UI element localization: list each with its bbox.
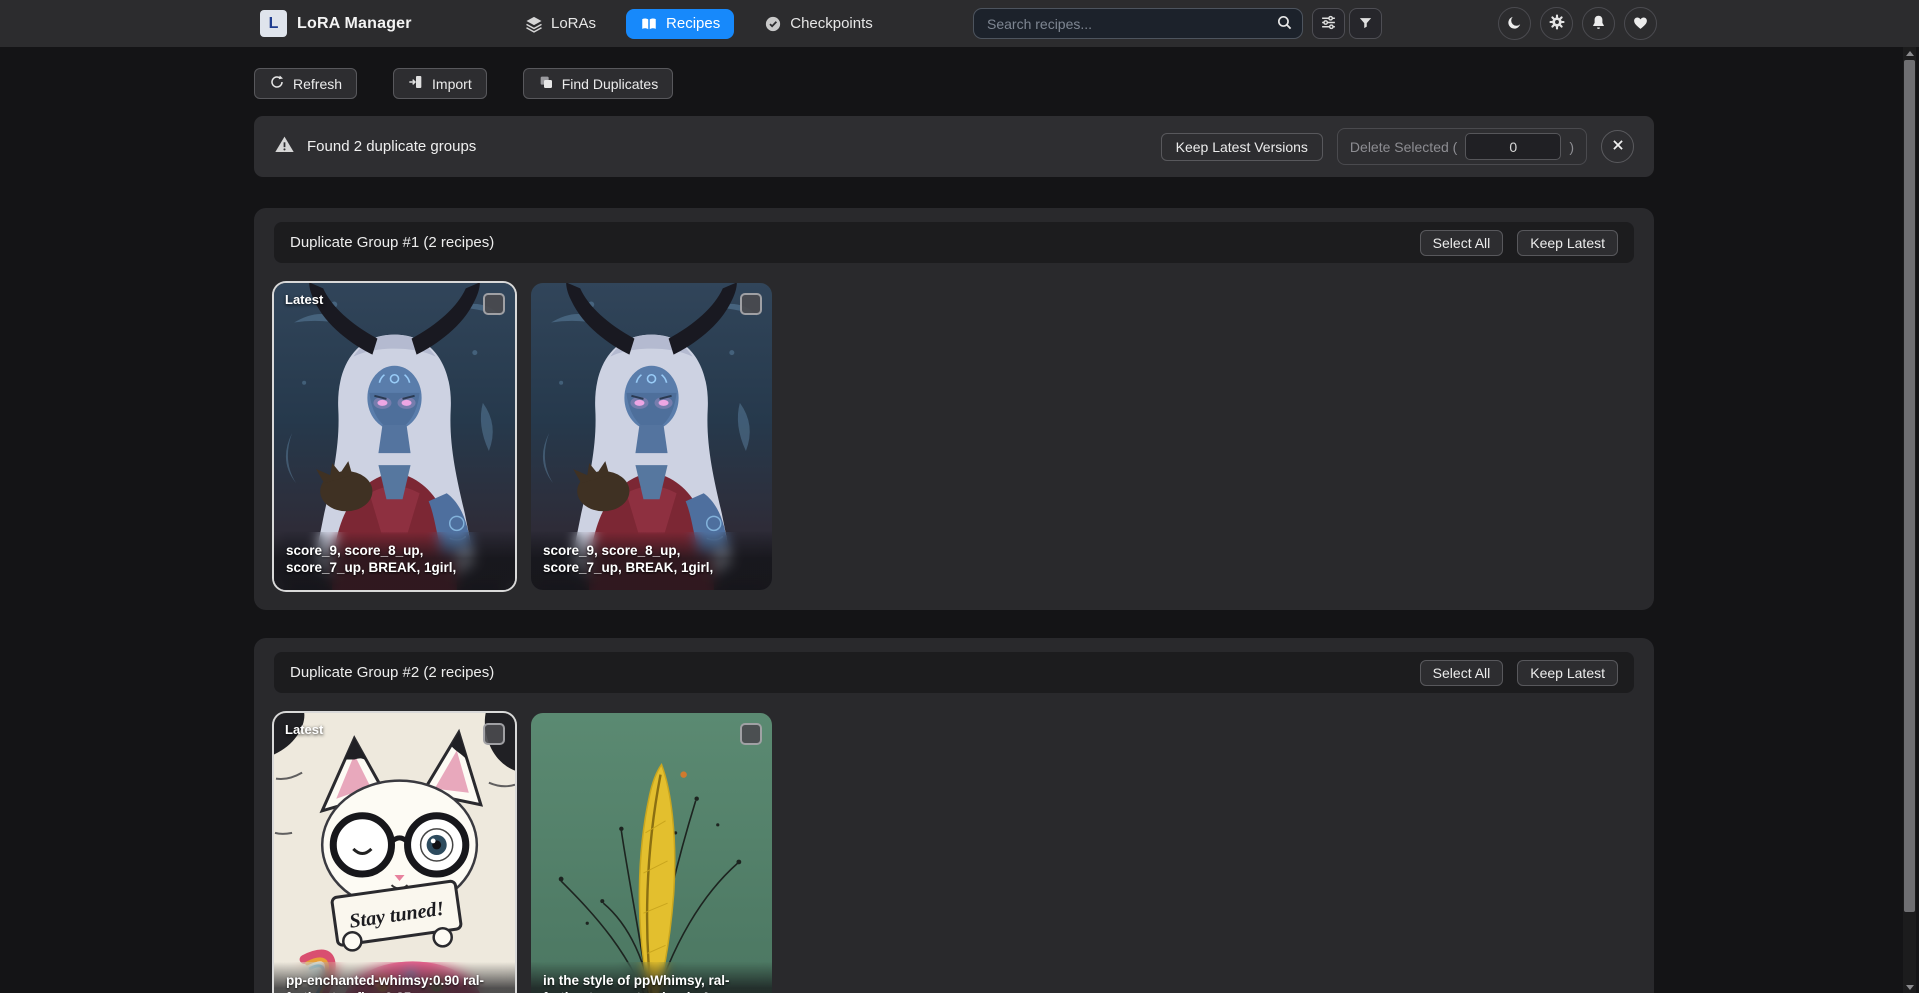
search-input[interactable]	[973, 8, 1303, 39]
navbar: L LoRA Manager LoRAs Recipes Checkpoints	[0, 0, 1919, 47]
group-actions: Select All Keep Latest	[1420, 660, 1618, 686]
find-duplicates-button[interactable]: Find Duplicates	[523, 68, 674, 99]
moon-icon	[1506, 14, 1523, 34]
notifications-button[interactable]	[1582, 7, 1615, 40]
check-circle-icon	[764, 15, 782, 33]
selected-count-input[interactable]	[1465, 133, 1561, 160]
card-checkbox[interactable]	[740, 293, 762, 315]
import-button[interactable]: Import	[393, 68, 487, 99]
refresh-label: Refresh	[293, 76, 342, 92]
banner-message: Found 2 duplicate groups	[307, 138, 476, 155]
latest-badge: Latest	[285, 292, 323, 307]
duplicates-banner: Found 2 duplicate groups Keep Latest Ver…	[254, 116, 1654, 177]
main-content: Refresh Import Find Duplicates Found 2 d…	[254, 47, 1654, 993]
navbar-actions	[1498, 7, 1657, 40]
book-open-icon	[640, 15, 658, 33]
select-all-button[interactable]: Select All	[1420, 230, 1504, 256]
group-title: Duplicate Group #2 (2 recipes)	[290, 664, 494, 681]
import-label: Import	[432, 76, 472, 92]
recipe-image-cat: Stay tuned!	[274, 713, 515, 993]
keep-latest-button[interactable]: Keep Latest	[1517, 230, 1618, 256]
vertical-scrollbar[interactable]	[1903, 47, 1916, 993]
close-banner-button[interactable]	[1601, 130, 1634, 163]
search-icon	[1276, 14, 1293, 34]
group-header: Duplicate Group #2 (2 recipes) Select Al…	[274, 652, 1634, 693]
scrollbar-thumb[interactable]	[1904, 60, 1915, 912]
delete-selected-suffix: )	[1569, 139, 1574, 155]
nav-label: Recipes	[666, 15, 720, 32]
app-logo: L	[260, 10, 287, 37]
app-title: LoRA Manager	[297, 15, 412, 33]
keep-latest-button[interactable]: Keep Latest	[1517, 660, 1618, 686]
recipe-caption: score_9, score_8_up, score_7_up, BREAK, …	[274, 532, 515, 590]
scroll-down-arrow[interactable]	[1903, 981, 1916, 993]
warning-icon	[274, 134, 295, 160]
card-row: Stay tuned!	[274, 713, 1634, 993]
main-nav: LoRAs Recipes Checkpoints	[515, 0, 883, 47]
nav-item-recipes[interactable]: Recipes	[626, 9, 734, 39]
delete-selected-prefix: Delete Selected (	[1350, 139, 1457, 155]
select-all-button[interactable]: Select All	[1420, 660, 1504, 686]
recipe-card[interactable]: in the style of ppWhimsy, ral-frctlgmtry…	[531, 713, 772, 993]
recipe-card[interactable]: score_9, score_8_up, score_7_up, BREAK, …	[531, 283, 772, 590]
toolbar: Refresh Import Find Duplicates	[254, 68, 1654, 99]
group-actions: Select All Keep Latest	[1420, 230, 1618, 256]
group-title: Duplicate Group #1 (2 recipes)	[290, 234, 494, 251]
card-checkbox[interactable]	[483, 293, 505, 315]
refresh-icon	[269, 74, 285, 93]
filter-button[interactable]	[1349, 8, 1382, 39]
card-checkbox[interactable]	[483, 723, 505, 745]
layers-icon	[525, 15, 543, 33]
bell-icon	[1590, 14, 1607, 34]
card-row: Latest score_9, score_8_up, score_7_up, …	[274, 283, 1634, 590]
recipe-caption: pp-enchanted-whimsy:0.90 ral-frctlgmtry_…	[274, 962, 515, 993]
sliders-icon	[1320, 14, 1337, 34]
gear-icon	[1548, 13, 1566, 34]
import-icon	[408, 74, 424, 93]
copy-icon	[538, 74, 554, 93]
nav-item-loras[interactable]: LoRAs	[515, 9, 606, 39]
brand: L LoRA Manager	[260, 0, 412, 47]
theme-toggle-button[interactable]	[1498, 7, 1531, 40]
favorites-button[interactable]	[1624, 7, 1657, 40]
close-icon	[1611, 138, 1625, 155]
duplicate-group-1: Duplicate Group #1 (2 recipes) Select Al…	[254, 208, 1654, 610]
nav-label: Checkpoints	[790, 15, 873, 32]
settings-button[interactable]	[1540, 7, 1573, 40]
sort-options-button[interactable]	[1312, 8, 1345, 39]
recipe-card[interactable]: Latest score_9, score_8_up, score_7_up, …	[274, 283, 515, 590]
banner-message-wrap: Found 2 duplicate groups	[274, 134, 476, 160]
recipe-caption: score_9, score_8_up, score_7_up, BREAK, …	[531, 532, 772, 590]
recipe-card[interactable]: Stay tuned!	[274, 713, 515, 993]
search-container	[973, 8, 1303, 39]
recipe-caption: in the style of ppWhimsy, ral-frctlgmtry…	[531, 962, 772, 993]
latest-badge: Latest	[285, 722, 323, 737]
funnel-icon	[1358, 15, 1373, 33]
nav-label: LoRAs	[551, 15, 596, 32]
nav-item-checkpoints[interactable]: Checkpoints	[754, 9, 883, 39]
duplicate-group-2: Duplicate Group #2 (2 recipes) Select Al…	[254, 638, 1654, 993]
heart-icon	[1632, 14, 1649, 34]
delete-selected-button[interactable]: Delete Selected ( )	[1337, 128, 1587, 165]
logo-letter: L	[269, 15, 279, 33]
scroll-up-arrow[interactable]	[1903, 47, 1916, 59]
group-header: Duplicate Group #1 (2 recipes) Select Al…	[274, 222, 1634, 263]
banner-actions: Keep Latest Versions Delete Selected ( )	[1161, 128, 1634, 165]
card-checkbox[interactable]	[740, 723, 762, 745]
search-button[interactable]	[1271, 11, 1297, 36]
keep-latest-versions-button[interactable]: Keep Latest Versions	[1161, 133, 1323, 161]
find-duplicates-label: Find Duplicates	[562, 76, 659, 92]
recipe-image-feather	[531, 713, 772, 993]
refresh-button[interactable]: Refresh	[254, 68, 357, 99]
